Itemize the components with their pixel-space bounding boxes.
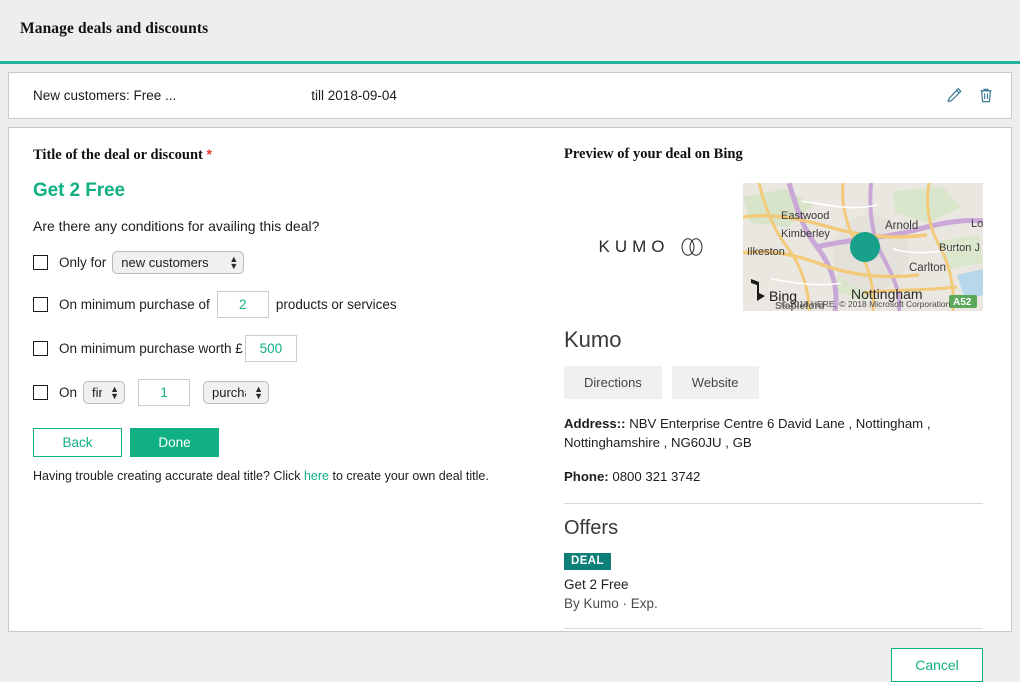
svg-text:Lo: Lo [971, 218, 983, 230]
business-phone: Phone: 0800 321 3742 [564, 467, 983, 486]
svg-text:© 2018 HERE, © 2018 Microsoft: © 2018 HERE, © 2018 Microsoft Corporatio… [781, 299, 951, 309]
input-min-value[interactable] [244, 335, 297, 362]
help-text-before: Having trouble creating accurate deal ti… [33, 469, 304, 483]
deal-preview-panel: Preview of your deal on Bing KUMO Eastwo… [564, 128, 1011, 682]
checkbox-min-value[interactable] [33, 341, 48, 356]
select-ordinal[interactable]: first [83, 381, 126, 404]
svg-text:A52: A52 [953, 297, 972, 308]
offers-heading: Offers [564, 517, 619, 540]
deal-title-label-text: Title of the deal or discount [33, 147, 203, 163]
deal-form-panel: Title of the deal or discount * Get 2 Fr… [9, 128, 564, 631]
checkbox-only-for[interactable] [33, 255, 48, 270]
svg-text:Kimberley: Kimberley [781, 228, 830, 240]
svg-text:Burton J: Burton J [939, 242, 980, 254]
deal-summary-title: New customers: Free ... [33, 88, 177, 103]
back-button[interactable]: Back [33, 428, 122, 457]
directions-button[interactable]: Directions [564, 366, 662, 399]
svg-text:Ilkeston: Ilkeston [747, 246, 785, 258]
preview-footer: Cancel [564, 648, 983, 682]
business-name: Kumo [564, 327, 622, 352]
select-purchase-unit[interactable]: purchase [203, 381, 270, 404]
website-button[interactable]: Website [671, 366, 759, 399]
page-header: Manage deals and discounts [0, 0, 1020, 61]
condition-row-nth-purchase: On first ▲▼ purchase ▲▼ [33, 379, 564, 406]
condition-row-only-for: Only for new customers ▲ ▼ [33, 251, 564, 274]
help-text-after: to create your own deal title. [329, 469, 489, 483]
kumo-logo-text: KUMO [598, 237, 670, 256]
svg-text:Arnold: Arnold [885, 220, 918, 232]
phone-value: 0800 321 3742 [612, 469, 701, 485]
condition-suffix-min-qty: products or services [275, 297, 397, 312]
form-button-row: Back Done [33, 428, 564, 457]
header-accent-rule [0, 61, 1020, 64]
deal-summary-actions [945, 86, 995, 106]
deal-title-label: Title of the deal or discount * [33, 146, 564, 164]
required-indicator: * [206, 146, 212, 162]
condition-row-min-qty: On minimum purchase of products or servi… [33, 291, 564, 318]
condition-label-min-value: On minimum purchase worth £ [59, 341, 243, 356]
page-title: Manage deals and discounts [20, 20, 209, 37]
conditions-question: Are there any conditions for availing th… [33, 218, 320, 234]
preview-logo-map-row: KUMO Eastwood Kimberley Ilkeston Arnold … [564, 183, 983, 311]
map-preview[interactable]: Eastwood Kimberley Ilkeston Arnold Burto… [743, 183, 983, 311]
deal-title-value: Get 2 Free [33, 180, 125, 201]
help-link[interactable]: here [304, 469, 329, 483]
condition-label-min-qty: On minimum purchase of [59, 297, 210, 312]
business-address: Address:: NBV Enterprise Centre 6 David … [564, 414, 983, 452]
divider-offers [564, 503, 983, 505]
help-text: Having trouble creating accurate deal ti… [33, 469, 564, 483]
select-customer-type[interactable]: new customers [112, 251, 245, 274]
offer-subtitle: By Kumo · Exp. [564, 596, 658, 612]
cancel-button[interactable]: Cancel [891, 648, 983, 682]
select-wrap-purchase-unit: purchase ▲ ▼ [197, 381, 275, 404]
offer-title: Get 2 Free [564, 577, 629, 593]
condition-label-nth-purchase: On [59, 385, 78, 400]
preview-heading: Preview of your deal on Bing [564, 146, 743, 162]
kumo-loop-icon [681, 238, 702, 256]
done-button[interactable]: Done [130, 428, 219, 457]
select-wrap-customer-type: new customers ▲ ▼ [106, 251, 250, 274]
deal-editor-card: Title of the deal or discount * Get 2 Fr… [8, 127, 1012, 682]
input-min-qty[interactable] [216, 291, 269, 318]
checkbox-nth-purchase[interactable] [33, 385, 48, 400]
pencil-icon[interactable] [945, 86, 963, 106]
select-wrap-ordinal: first ▲ ▼ [77, 381, 131, 404]
deal-summary-card: New customers: Free ... till 2018-09-04 [8, 72, 1012, 119]
kumo-logo: KUMO [566, 237, 743, 257]
trash-icon[interactable] [977, 86, 995, 106]
deal-badge: DEAL [564, 553, 611, 571]
checkbox-min-qty[interactable] [33, 297, 48, 312]
phone-label: Phone: [564, 469, 609, 485]
deal-summary-expiry: till 2018-09-04 [311, 88, 397, 103]
svg-text:Eastwood: Eastwood [781, 210, 829, 222]
input-purchase-count[interactable] [138, 379, 191, 406]
svg-text:Carlton: Carlton [909, 262, 946, 274]
deal-summary-row[interactable]: New customers: Free ... till 2018-09-04 [9, 73, 1011, 118]
condition-row-min-value: On minimum purchase worth £ [33, 335, 564, 362]
condition-label-only-for: Only for [59, 255, 107, 270]
business-action-buttons: Directions Website [564, 366, 983, 399]
divider-footer [564, 628, 983, 630]
address-label: Address:: [564, 416, 626, 431]
